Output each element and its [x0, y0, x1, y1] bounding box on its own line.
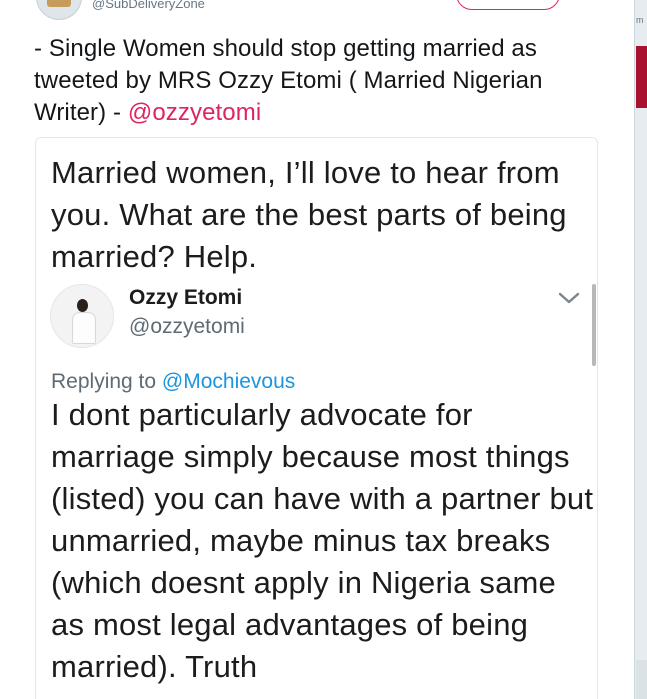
- side-panel-strip: m: [634, 0, 647, 699]
- reply-author-name: Ozzy Etomi: [129, 286, 243, 309]
- side-panel-bottom: [636, 660, 647, 699]
- replying-to-line: Replying to @Mochievous: [51, 370, 295, 394]
- author-handle[interactable]: @SubDeliveryZone: [92, 0, 205, 11]
- replying-to-handle: @Mochievous: [161, 370, 296, 393]
- tweet-text: - Single Women should stop getting marri…: [34, 33, 614, 129]
- avatar-body: [72, 312, 96, 344]
- reply-body-text: I dont particularly advocate for marriag…: [51, 397, 594, 684]
- author-avatar-image: [47, 0, 71, 7]
- avatar-head: [77, 299, 88, 312]
- tweet-media-image[interactable]: Married women, I’ll love to hear from yo…: [35, 137, 598, 699]
- author-avatar[interactable]: [36, 0, 82, 20]
- side-panel-banner: [636, 46, 647, 108]
- tweet-mention-link[interactable]: @ozzyetomi: [128, 99, 261, 126]
- reply-author-handle: @ozzyetomi: [129, 315, 245, 338]
- side-panel-fragment: m: [636, 15, 644, 25]
- replying-prefix: Replying to: [51, 370, 162, 393]
- quoted-question-text: Married women, I’ll love to hear from yo…: [51, 155, 567, 274]
- follow-button[interactable]: [456, 0, 560, 10]
- scrollbar-thumb: [592, 284, 596, 366]
- chevron-down-icon: [558, 292, 580, 304]
- tweet-text-body: - Single Women should stop getting marri…: [34, 35, 543, 126]
- reply-author-avatar: [50, 284, 114, 348]
